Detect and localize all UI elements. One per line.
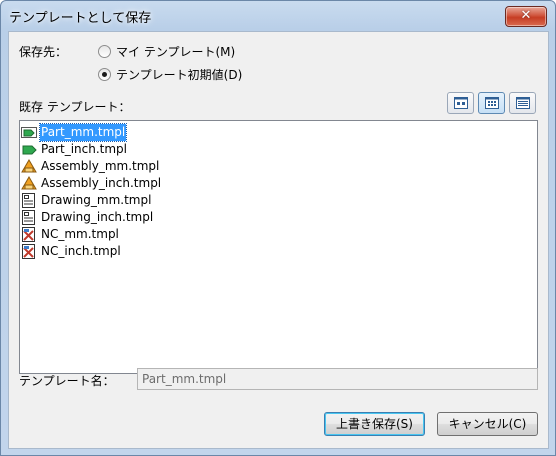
- radio-button-my-template[interactable]: [98, 45, 111, 58]
- close-button[interactable]: ✕: [505, 6, 547, 27]
- list-item-name[interactable]: Drawing_mm.tmpl: [40, 192, 152, 209]
- assembly-template-icon: [21, 159, 37, 173]
- existing-templates-label: 既存 テンプレート：: [19, 100, 131, 114]
- drawing-template-icon: [22, 193, 35, 208]
- list-item-name[interactable]: Assembly_inch.tmpl: [40, 175, 162, 192]
- drawing-template-icon: [22, 210, 35, 225]
- window-title: テンプレートとして保存: [9, 11, 152, 26]
- details-view-button[interactable]: [509, 92, 536, 114]
- small-icons-view-button[interactable]: [478, 92, 505, 114]
- list-item-name[interactable]: NC_mm.tmpl: [40, 226, 120, 243]
- dialog-window: テンプレートとして保存 ✕ 保存先： マイ テンプレート(M) テンプレート初期…: [0, 0, 556, 456]
- save-to-label: 保存先：: [19, 45, 68, 59]
- part-template-icon: [22, 145, 37, 155]
- small-icons-view-icon: [485, 97, 499, 109]
- large-icons-view-button[interactable]: [447, 92, 474, 114]
- list-item-name[interactable]: Drawing_inch.tmpl: [40, 209, 154, 226]
- template-list[interactable]: Part_mm.tmpl Part_inch.tmpl Assembly_mm.…: [19, 120, 538, 374]
- radio-label-default-template[interactable]: テンプレート初期値(D): [116, 66, 242, 83]
- list-item-name[interactable]: Assembly_mm.tmpl: [40, 158, 160, 175]
- list-item-name[interactable]: Part_inch.tmpl: [40, 141, 128, 158]
- nc-template-icon: [22, 244, 35, 259]
- template-name-field[interactable]: Part_mm.tmpl: [137, 368, 538, 390]
- details-view-icon: [516, 97, 530, 109]
- assembly-template-icon: [21, 176, 37, 190]
- radio-button-default-template[interactable]: [98, 68, 111, 81]
- large-icons-view-icon: [454, 97, 468, 109]
- list-item-name[interactable]: Part_mm.tmpl: [38, 123, 128, 142]
- cancel-button[interactable]: キャンセル(C): [437, 412, 538, 436]
- nc-template-icon: [22, 227, 35, 242]
- part-template-icon: [21, 127, 37, 138]
- close-icon: ✕: [520, 8, 532, 23]
- title-bar[interactable]: テンプレートとして保存 ✕: [1, 1, 555, 31]
- radio-label-my-template[interactable]: マイ テンプレート(M): [116, 43, 235, 60]
- template-name-label: テンプレート名：: [19, 374, 115, 388]
- list-item-name[interactable]: NC_inch.tmpl: [40, 243, 122, 260]
- dialog-client-area: 保存先： マイ テンプレート(M) テンプレート初期値(D) 既存 テンプレート…: [8, 31, 549, 449]
- overwrite-save-button[interactable]: 上書き保存(S): [324, 412, 425, 436]
